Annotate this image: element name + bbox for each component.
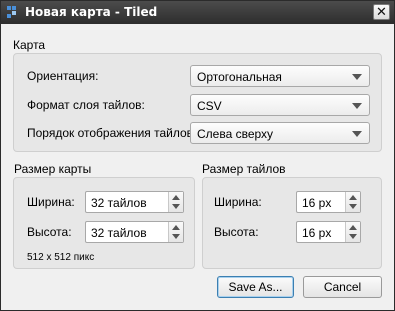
close-button[interactable]: ✕	[373, 4, 390, 20]
tile-height-label: Высота:	[214, 225, 259, 239]
close-icon: ✕	[376, 4, 387, 19]
chevron-down-icon	[352, 103, 362, 109]
spin-up-button[interactable]	[346, 222, 360, 232]
map-width-value: 32 тайлов	[91, 196, 147, 210]
layer-format-label: Формат слоя тайлов:	[27, 98, 145, 112]
spin-down-button[interactable]	[346, 202, 360, 212]
tile-size-title: Размер тайлов	[202, 162, 286, 176]
orientation-combo[interactable]: Ортогональная	[190, 65, 370, 87]
spin-arrows	[168, 222, 183, 242]
tile-width-label: Ширина:	[214, 195, 262, 209]
spin-down-button[interactable]	[346, 232, 360, 242]
orientation-value: Ортогональная	[197, 70, 282, 84]
spin-up-button[interactable]	[169, 192, 183, 202]
tile-size-groupbox: Ширина: 16 px Высота: 16 px	[202, 177, 382, 269]
map-width-label: Ширина:	[27, 195, 75, 209]
tile-height-value: 16 px	[302, 226, 332, 240]
orientation-label: Ориентация:	[27, 69, 99, 83]
spin-arrows	[345, 192, 360, 212]
new-map-dialog: Новая карта - Tiled ✕ Карта Ориентация: …	[0, 0, 395, 311]
dialog-content: Карта Ориентация: Ортогональная Формат с…	[1, 24, 394, 310]
map-groupbox: Ориентация: Ортогональная Формат слоя та…	[13, 53, 382, 152]
render-order-value: Слева сверху	[197, 127, 274, 141]
spin-up-button[interactable]	[169, 222, 183, 232]
spin-down-button[interactable]	[169, 232, 183, 242]
layer-format-value: CSV	[197, 99, 222, 113]
chevron-down-icon	[352, 74, 362, 80]
map-size-title: Размер карты	[14, 162, 92, 176]
save-as-button[interactable]: Save As...	[217, 276, 294, 298]
map-width-spinbox[interactable]: 32 тайлов	[85, 191, 184, 213]
render-order-label: Порядок отображения тайлов:	[27, 126, 197, 140]
tiled-app-icon	[7, 6, 16, 18]
map-section-title: Карта	[13, 38, 46, 52]
tile-width-value: 16 px	[302, 196, 332, 210]
tile-width-spinbox[interactable]: 16 px	[296, 191, 361, 213]
map-height-spinbox[interactable]: 32 тайлов	[85, 221, 184, 243]
map-height-label: Высота:	[27, 225, 72, 239]
tile-height-spinbox[interactable]: 16 px	[296, 221, 361, 243]
chevron-down-icon	[352, 131, 362, 137]
window-title: Новая карта - Tiled	[25, 5, 158, 19]
title-bar: Новая карта - Tiled ✕	[1, 1, 394, 24]
map-pixel-size: 512 x 512 пикс	[27, 252, 95, 263]
map-height-value: 32 тайлов	[91, 226, 147, 240]
spin-arrows	[168, 192, 183, 212]
spin-arrows	[345, 222, 360, 242]
spin-down-button[interactable]	[169, 202, 183, 212]
render-order-combo[interactable]: Слева сверху	[190, 122, 370, 144]
layer-format-combo[interactable]: CSV	[190, 94, 370, 116]
map-size-groupbox: Ширина: 32 тайлов Высота: 32 тайлов 512 …	[13, 177, 195, 269]
spin-up-button[interactable]	[346, 192, 360, 202]
cancel-button[interactable]: Cancel	[303, 276, 382, 298]
